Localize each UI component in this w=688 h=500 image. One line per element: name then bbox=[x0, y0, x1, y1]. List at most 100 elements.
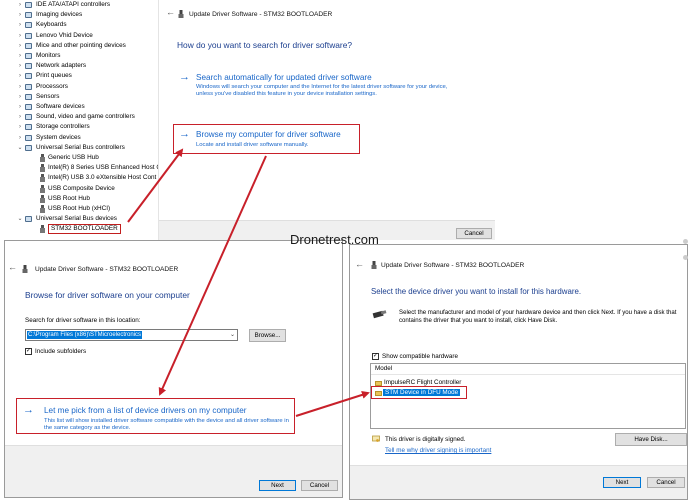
decorative-dot bbox=[683, 255, 688, 260]
tree-item-label: USB Root Hub (xHCI) bbox=[48, 205, 111, 212]
tree-item-label: Monitors bbox=[36, 52, 61, 59]
usb-device-icon bbox=[371, 261, 377, 269]
tree-item-label: System devices bbox=[36, 133, 81, 141]
next-button[interactable]: Next bbox=[259, 480, 296, 491]
include-subfolders-checkbox[interactable]: ✓ bbox=[25, 348, 32, 355]
stm-dfu-highlight bbox=[371, 386, 467, 399]
arrow-right-icon: → bbox=[179, 71, 190, 83]
usb-device-icon bbox=[178, 10, 184, 18]
chevron-right-icon[interactable]: › bbox=[16, 31, 24, 41]
arrow-right-icon: → bbox=[179, 128, 190, 140]
chevron-right-icon[interactable]: › bbox=[16, 51, 24, 61]
back-arrow-icon[interactable]: ← bbox=[355, 259, 364, 269]
dialog-heading: Browse for driver software on your compu… bbox=[25, 290, 190, 300]
update-driver-dialog-browse: ← Update Driver Software - STM32 BOOTLOA… bbox=[4, 240, 343, 498]
show-compatible-label: Show compatible hardware bbox=[382, 353, 458, 360]
chevron-right-icon[interactable]: › bbox=[16, 71, 24, 81]
update-driver-dialog-search-method: ← Update Driver Software - STM32 BOOTLOA… bbox=[158, 0, 495, 240]
include-subfolders-label: Include subfolders bbox=[35, 348, 87, 355]
usb-device-icon bbox=[22, 265, 28, 273]
device-category-icon bbox=[25, 134, 32, 141]
tree-item-label: Universal Serial Bus controllers bbox=[36, 143, 125, 151]
device-category-icon bbox=[25, 93, 32, 100]
chevron-right-icon[interactable]: › bbox=[16, 92, 24, 102]
chevron-right-icon[interactable]: › bbox=[16, 133, 24, 143]
instructions-text: Select the manufacturer and model of you… bbox=[399, 309, 677, 324]
device-category-icon bbox=[25, 216, 32, 223]
chevron-right-icon[interactable]: › bbox=[16, 0, 24, 10]
usb-device-icon bbox=[40, 184, 45, 193]
show-compatible-checkbox[interactable]: ✓ bbox=[372, 353, 379, 360]
dialog-title: Update Driver Software - STM32 BOOTLOADE… bbox=[381, 262, 525, 269]
device-category-icon bbox=[25, 22, 32, 29]
usb-device-icon bbox=[40, 205, 45, 213]
chevron-down-icon[interactable]: ⌄ bbox=[16, 214, 24, 224]
tree-item-label: Imaging devices bbox=[36, 11, 83, 19]
chevron-right-icon[interactable]: › bbox=[16, 82, 24, 92]
usb-device-icon bbox=[40, 164, 45, 173]
driver-signing-link[interactable]: Tell me why driver signing is important bbox=[385, 447, 491, 454]
device-category-icon bbox=[25, 12, 32, 19]
tree-item-label: Storage controllers bbox=[36, 123, 90, 131]
tree-item-label: Sensors bbox=[36, 92, 60, 100]
tree-item-label: Universal Serial Bus devices bbox=[36, 215, 117, 223]
browse-option-highlight bbox=[173, 124, 360, 154]
next-button[interactable]: Next bbox=[603, 477, 641, 488]
tree-item-label: Software devices bbox=[36, 103, 85, 110]
dialog-heading: How do you want to search for driver sof… bbox=[177, 40, 353, 50]
device-manager-tree: › IDE ATA/ATAPI controllers › Imaging devic… bbox=[0, 0, 158, 240]
usb-device-icon bbox=[40, 194, 45, 203]
dialog-heading: Select the device driver you want to ins… bbox=[371, 287, 582, 296]
tree-item-label: Sound, video and game controllers bbox=[36, 113, 135, 121]
model-column-header: Model bbox=[371, 364, 685, 375]
browse-button[interactable]: Browse... bbox=[249, 329, 286, 342]
chevron-right-icon[interactable]: › bbox=[16, 10, 24, 20]
model-item-impulserc[interactable]: ImpulseRC Flight Controller bbox=[384, 379, 461, 386]
search-automatically-title: Search automatically for updated driver … bbox=[196, 73, 372, 82]
have-disk-button[interactable]: Have Disk... bbox=[615, 433, 687, 446]
device-category-icon bbox=[25, 114, 32, 121]
tree-item-label: USB Root Hub bbox=[48, 194, 90, 202]
chevron-right-icon[interactable]: › bbox=[16, 112, 24, 122]
search-location-input[interactable]: C:\Program Files (x86)\STMicroelectronic… bbox=[25, 329, 238, 341]
tree-item-label: STM32 BOOTLOADER bbox=[48, 224, 121, 235]
chevron-right-icon[interactable]: › bbox=[16, 41, 24, 51]
back-arrow-icon[interactable]: ← bbox=[8, 262, 17, 272]
chevron-down-icon[interactable]: ⌄ bbox=[230, 331, 235, 338]
device-category-icon bbox=[25, 83, 32, 90]
chevron-down-icon[interactable]: ⌄ bbox=[16, 143, 24, 153]
digitally-signed-text: This driver is digitally signed. bbox=[385, 436, 466, 443]
tree-item-label: Intel(R) 8 Series USB Enhanced Host C bbox=[48, 164, 158, 172]
chevron-right-icon[interactable]: › bbox=[16, 122, 24, 132]
search-location-value: C:\Program Files (x86)\STMicroelectronic… bbox=[27, 331, 143, 339]
tree-item-label: IDE ATA/ATAPI controllers bbox=[36, 1, 111, 8]
device-category-icon bbox=[25, 53, 32, 59]
device-category-icon bbox=[25, 32, 32, 39]
chevron-right-icon[interactable]: › bbox=[16, 61, 24, 71]
cancel-button[interactable]: Cancel bbox=[301, 480, 338, 491]
device-category-icon bbox=[25, 144, 32, 151]
tree-item-label: Processors bbox=[36, 82, 68, 90]
device-category-icon bbox=[25, 63, 32, 70]
watermark-text: Dronetrest.com bbox=[290, 232, 379, 247]
device-category-icon bbox=[25, 124, 32, 131]
certificate-icon bbox=[372, 435, 380, 442]
arrow-right-icon: → bbox=[23, 404, 34, 416]
hardware-device-icon bbox=[372, 310, 387, 319]
tree-item-label: Network adapters bbox=[36, 62, 87, 70]
tree-item-label: Mice and other pointing devices bbox=[36, 41, 126, 49]
search-automatically-desc: Windows will search your computer and th… bbox=[196, 84, 448, 97]
dialog-title: Update Driver Software - STM32 BOOTLOADE… bbox=[189, 11, 333, 18]
tree-item-label: Lenovo Vhid Device bbox=[36, 31, 93, 39]
cancel-button[interactable]: Cancel bbox=[456, 228, 492, 239]
back-arrow-icon[interactable]: ← bbox=[166, 7, 175, 17]
usb-device-icon bbox=[40, 154, 45, 162]
chevron-right-icon[interactable]: › bbox=[16, 20, 24, 30]
chevron-right-icon[interactable]: › bbox=[16, 102, 24, 112]
usb-device-icon bbox=[40, 174, 45, 183]
cancel-button[interactable]: Cancel bbox=[647, 477, 685, 488]
device-category-icon bbox=[25, 2, 32, 8]
browse-my-computer-desc: Locate and install driver software manua… bbox=[196, 142, 309, 148]
decorative-dot bbox=[683, 239, 688, 244]
update-driver-dialog-select-driver: ← Update Driver Software - STM32 BOOTLOA… bbox=[349, 244, 688, 500]
